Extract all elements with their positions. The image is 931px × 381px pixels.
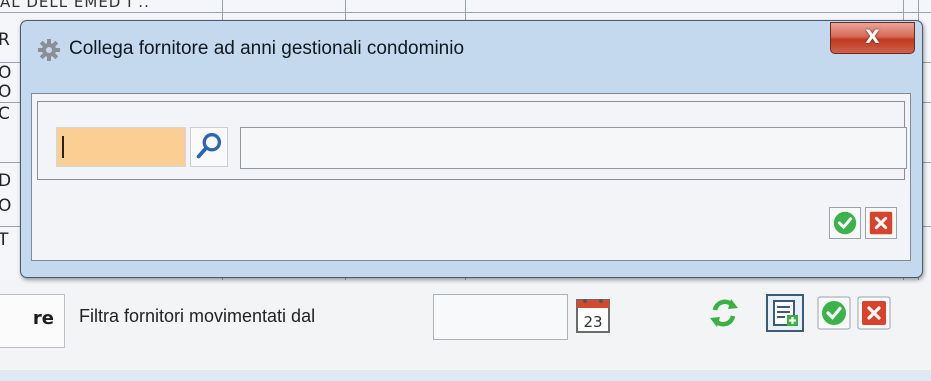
x-icon xyxy=(869,211,893,235)
filter-date-input[interactable] xyxy=(433,294,568,340)
background-status-strip xyxy=(0,370,931,381)
calendar-icon[interactable]: 23 xyxy=(575,296,611,334)
gear-icon xyxy=(38,39,60,61)
supplier-field-text: re xyxy=(32,308,54,329)
table-add-icon xyxy=(773,300,798,326)
row-fragment: O xyxy=(0,82,12,102)
dialog-close-button[interactable]: X xyxy=(830,22,915,54)
ok-button[interactable] xyxy=(829,207,861,239)
dialog-title: Collega fornitore ad anni gestionali con… xyxy=(69,38,465,59)
close-icon: X xyxy=(865,26,880,48)
background-toolbar: re Filtra fornitori movimentati dal 23 xyxy=(0,280,931,370)
row-fragment: C xyxy=(0,104,10,124)
dialog-body xyxy=(31,93,911,261)
check-icon xyxy=(833,211,857,235)
supplier-groupbox xyxy=(37,101,907,180)
dialog-titlebar[interactable]: Collega fornitore ad anni gestionali con… xyxy=(21,21,922,81)
supplier-field[interactable]: re xyxy=(0,294,65,348)
confirm-check-icon[interactable] xyxy=(817,296,851,330)
close-x-icon[interactable] xyxy=(857,296,891,330)
supplier-code-input[interactable] xyxy=(56,127,186,167)
text-caret xyxy=(62,136,64,158)
row-fragment: O xyxy=(0,196,12,216)
add-row-button[interactable] xyxy=(766,294,804,332)
supplier-description-field[interactable] xyxy=(240,127,907,169)
row-fragment: O xyxy=(0,63,12,83)
row-fragment: D xyxy=(0,171,12,191)
supplier-search-button[interactable] xyxy=(190,127,228,167)
magnifier-icon xyxy=(196,133,222,159)
background-header-text: AL DELL EMED I .. xyxy=(0,0,150,11)
refresh-icon[interactable] xyxy=(707,296,741,330)
calendar-day: 23 xyxy=(583,313,602,331)
filter-label: Filtra fornitori movimentati dal xyxy=(79,306,316,326)
row-fragment: T xyxy=(0,230,9,250)
cancel-button[interactable] xyxy=(865,207,897,239)
row-fragment: R xyxy=(0,30,10,50)
link-supplier-dialog: Collega fornitore ad anni gestionali con… xyxy=(20,20,923,278)
